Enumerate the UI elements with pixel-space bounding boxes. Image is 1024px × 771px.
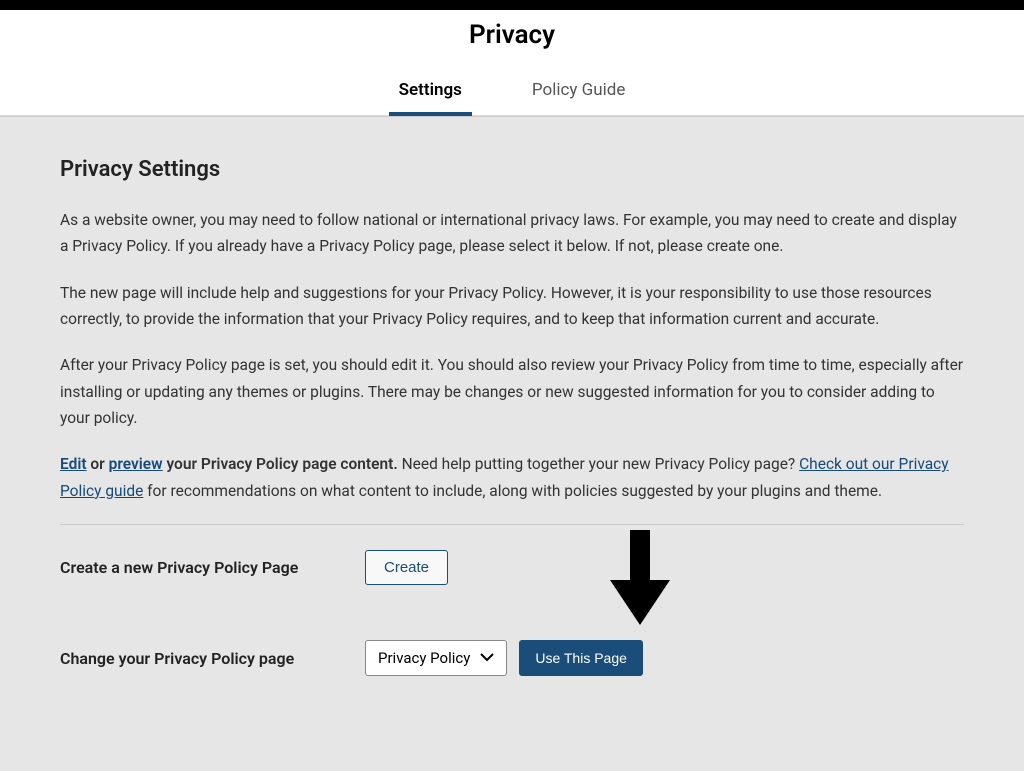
help-text: Need help putting together your new Priv… xyxy=(398,455,799,473)
preview-link[interactable]: preview xyxy=(109,455,163,473)
edit-link[interactable]: Edit xyxy=(60,455,87,473)
create-row: Create a new Privacy Policy Page Create xyxy=(60,550,964,585)
chevron-down-icon xyxy=(480,651,494,666)
content-text: your Privacy Policy page content. xyxy=(163,455,398,473)
top-black-bar xyxy=(0,0,1024,10)
page-title: Privacy xyxy=(0,20,1024,50)
or-text: or xyxy=(87,455,109,473)
tab-policy-guide[interactable]: Policy Guide xyxy=(532,80,625,115)
section-title: Privacy Settings xyxy=(60,157,964,182)
intro-paragraph-2: The new page will include help and sugge… xyxy=(60,280,964,333)
change-label: Change your Privacy Policy page xyxy=(60,649,365,668)
intro-paragraph-4: Edit or preview your Privacy Policy page… xyxy=(60,451,964,504)
arrow-down-icon xyxy=(605,530,675,634)
header: Privacy Settings Policy Guide xyxy=(0,10,1024,116)
create-label: Create a new Privacy Policy Page xyxy=(60,558,365,577)
divider xyxy=(60,524,964,525)
intro-paragraph-3: After your Privacy Policy page is set, y… xyxy=(60,352,964,431)
tab-settings[interactable]: Settings xyxy=(399,80,462,115)
change-row: Change your Privacy Policy page Privacy … xyxy=(60,640,964,676)
select-value: Privacy Policy xyxy=(378,649,470,667)
use-this-page-button[interactable]: Use This Page xyxy=(519,640,643,676)
end-text: for recommendations on what content to i… xyxy=(143,482,882,500)
content-area: Privacy Settings As a website owner, you… xyxy=(0,116,1024,771)
intro-paragraph-1: As a website owner, you may need to foll… xyxy=(60,207,964,260)
tabs-nav: Settings Policy Guide xyxy=(0,80,1024,116)
privacy-page-select[interactable]: Privacy Policy xyxy=(365,640,507,676)
create-button[interactable]: Create xyxy=(365,550,448,585)
